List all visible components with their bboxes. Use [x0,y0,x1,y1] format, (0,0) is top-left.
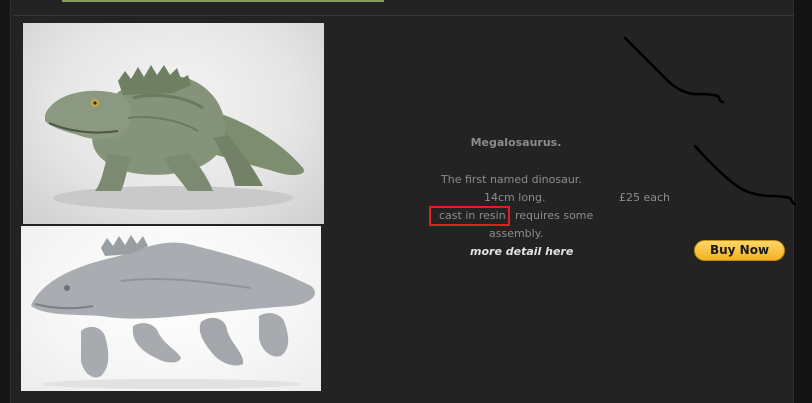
more-detail-link[interactable]: more detail here [470,245,573,258]
product-size-line: 14cm long. [484,191,546,204]
resin-parts-illustration [31,235,315,389]
item-divider [14,15,794,16]
product-photo-kit-parts [21,226,321,391]
product-photo-painted [23,23,324,224]
page: Megalosaurus. The first named dinosaur. … [0,0,812,403]
product-assembly-note-end: assembly. [489,227,544,240]
product-title: Megalosaurus. [470,136,562,149]
left-edge [0,0,11,403]
hand-drawn-scribble [623,36,797,206]
previous-item-image-edge [62,0,384,2]
dinosaur-model-illustration [45,65,304,210]
buy-now-button[interactable]: Buy Now [694,240,785,261]
product-assembly-note: requires some [515,209,594,222]
red-highlight-box [429,206,510,226]
product-description-line: The first named dinosaur. [441,173,582,186]
